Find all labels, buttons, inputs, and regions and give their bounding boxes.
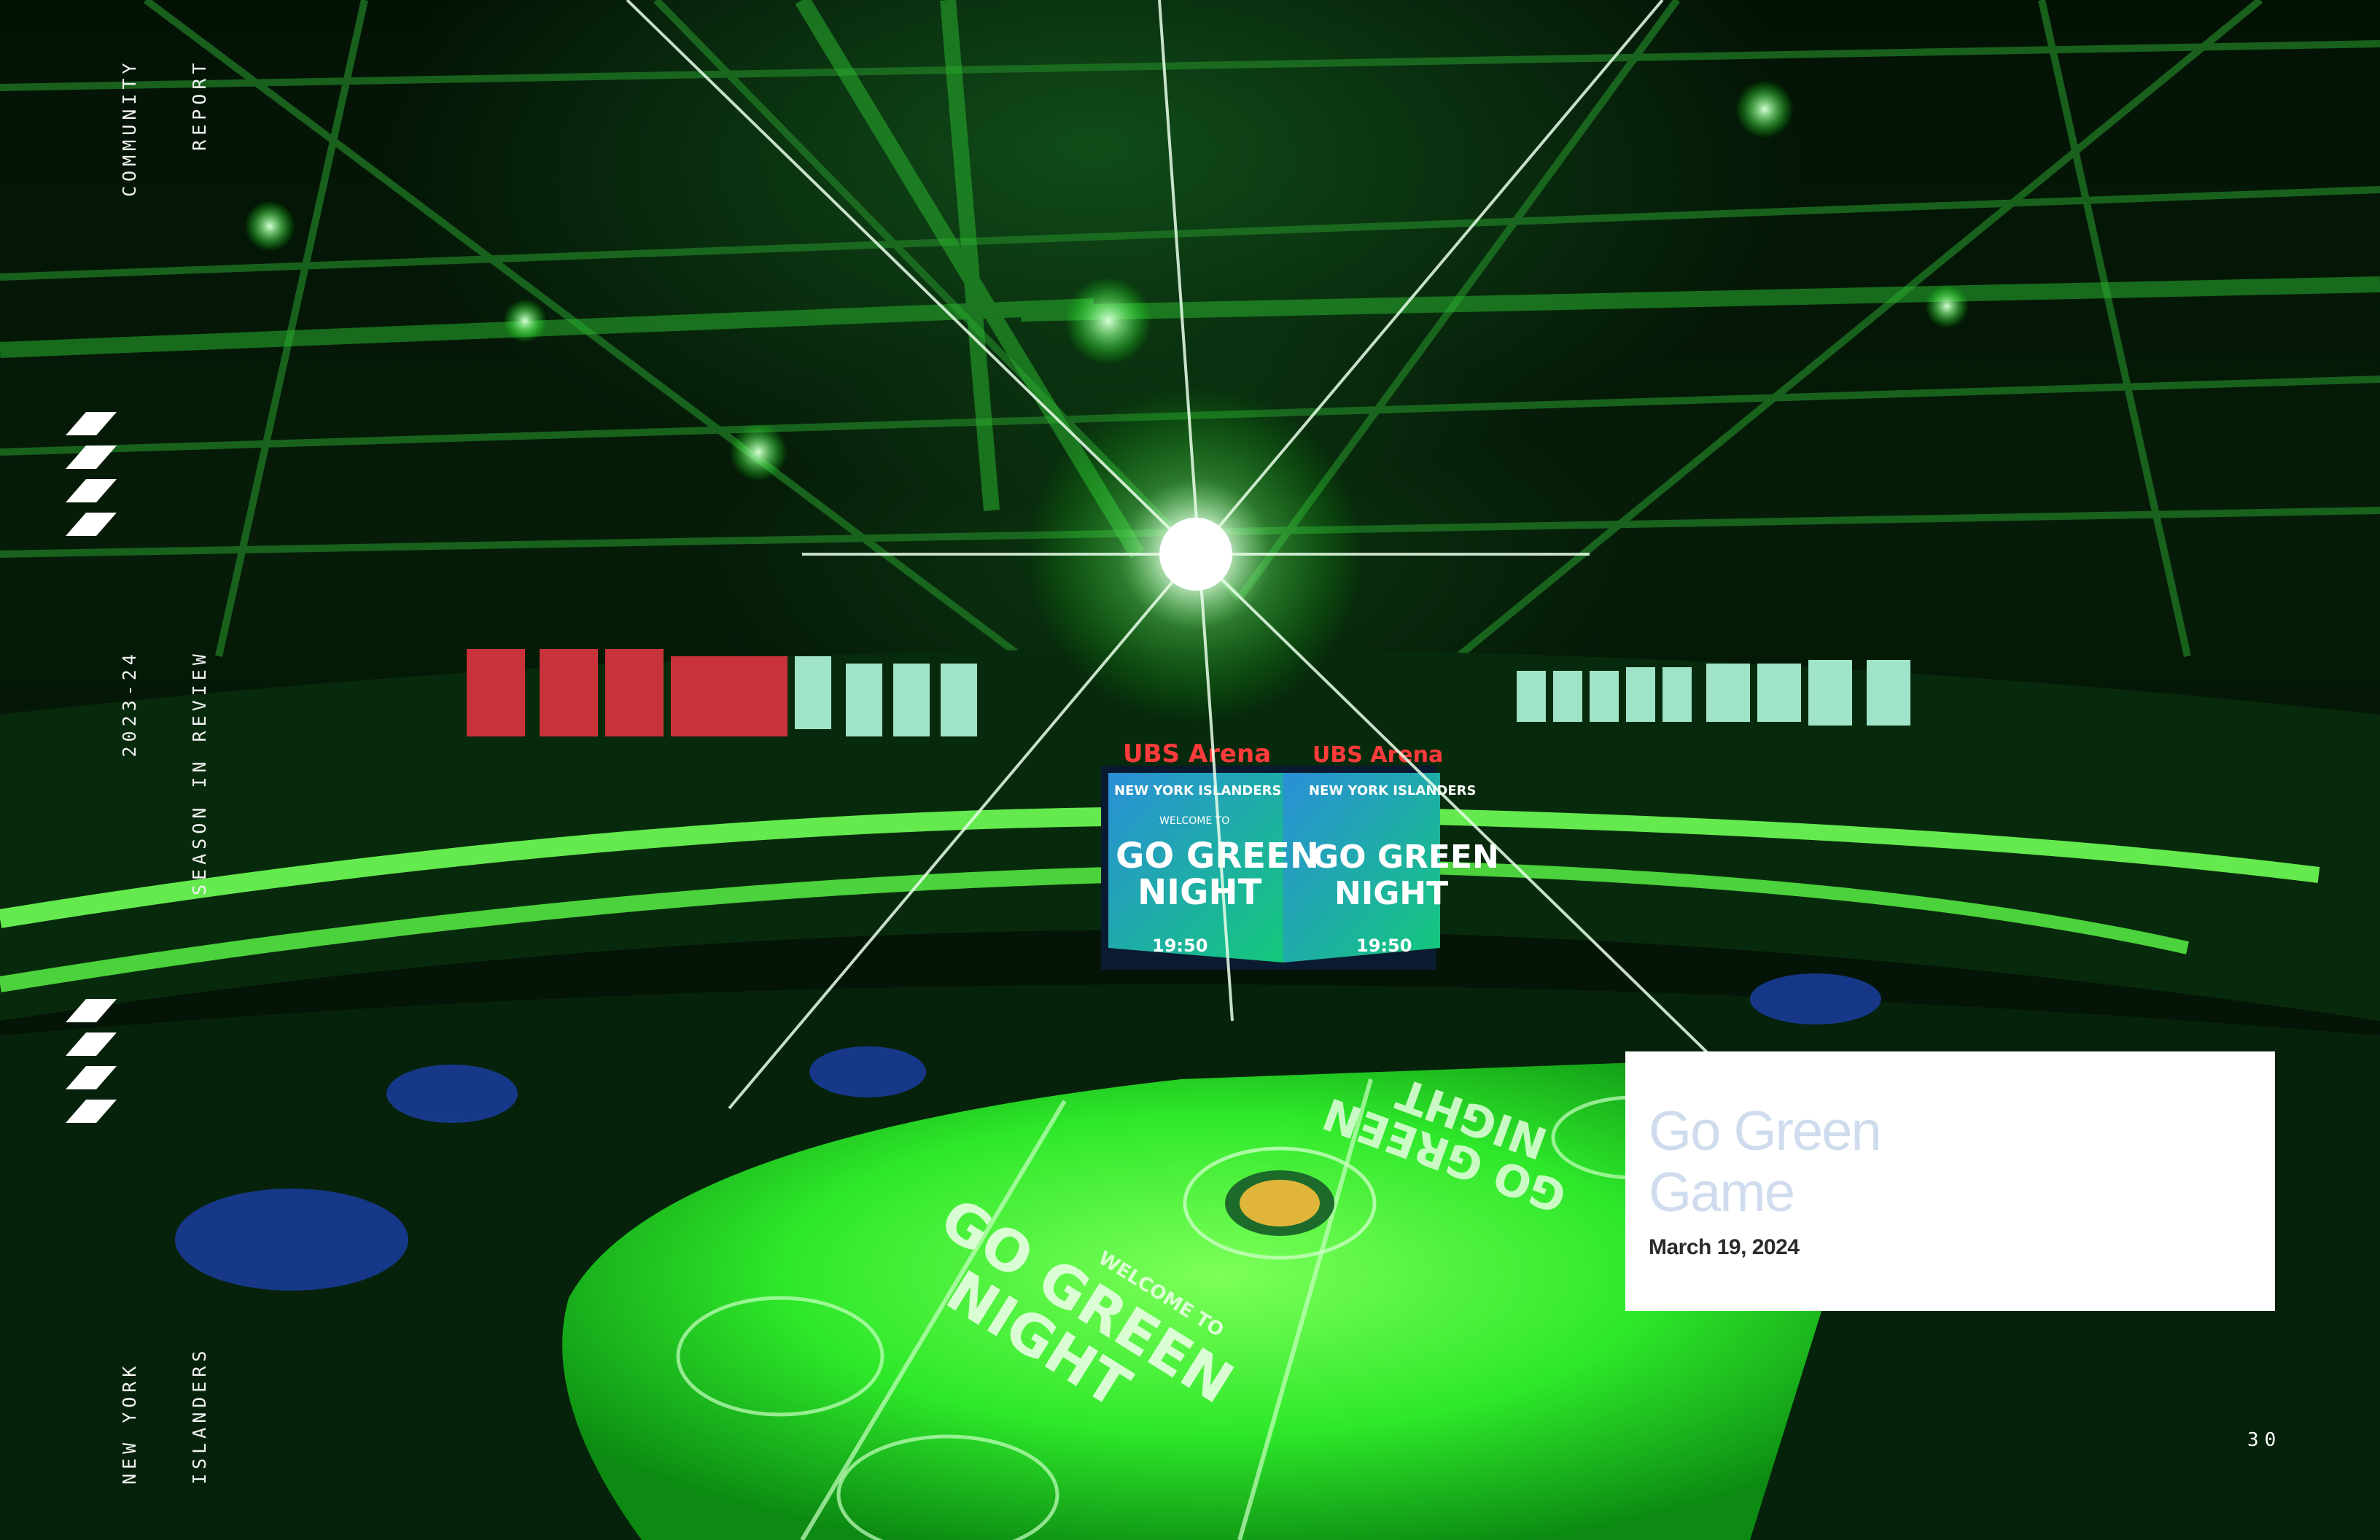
- season-label: 2023-24 SEASON IN REVIEW: [71, 650, 235, 895]
- scoreboard-clock: 19:50: [1152, 936, 1208, 956]
- page-number: 30: [2247, 1429, 2282, 1451]
- arena-sign-right: UBS Arena: [1312, 742, 1443, 768]
- scoreboard: NEW YORK ISLANDERS NEW YORK ISLANDERS WE…: [1101, 739, 1499, 970]
- scoreboard-top: NEW YORK ISLANDERS: [1114, 783, 1281, 798]
- report-label-line2: REPORT: [189, 58, 210, 151]
- event-title: Go Green Game: [1649, 1100, 1882, 1224]
- team-label-line1: NEW YORK: [119, 1361, 140, 1485]
- stripe-logo-icon: [66, 412, 117, 536]
- season-label-line2: SEASON IN REVIEW: [189, 650, 210, 895]
- team-label: NEW YORK ISLANDERS: [71, 1347, 235, 1485]
- team-label-line2: ISLANDERS: [189, 1346, 210, 1485]
- season-label-line1: 2023-24: [119, 650, 140, 758]
- arena-sign: UBS Arena: [1123, 739, 1271, 769]
- event-title-line1: Go Green: [1649, 1100, 1882, 1162]
- scoreboard-main-right-1: GO GREEN: [1312, 839, 1499, 876]
- report-label: COMMUNITY REPORT: [71, 59, 235, 197]
- stripe-logo-icon-lower: [66, 999, 117, 1123]
- scoreboard-main-right-2: NIGHT: [1334, 875, 1448, 912]
- event-callout: Go Green Game March 19, 2024: [1625, 1051, 2275, 1311]
- scoreboard-main-1: GO GREEN: [1116, 836, 1319, 876]
- scoreboard-main-2: NIGHT: [1138, 872, 1262, 913]
- scoreboard-clock-right: 19:50: [1356, 936, 1412, 956]
- event-title-line2: Game: [1649, 1162, 1795, 1224]
- event-date: March 19, 2024: [1649, 1235, 1800, 1259]
- scoreboard-top-right: NEW YORK ISLANDERS: [1309, 783, 1476, 798]
- report-label-line1: COMMUNITY: [119, 58, 140, 197]
